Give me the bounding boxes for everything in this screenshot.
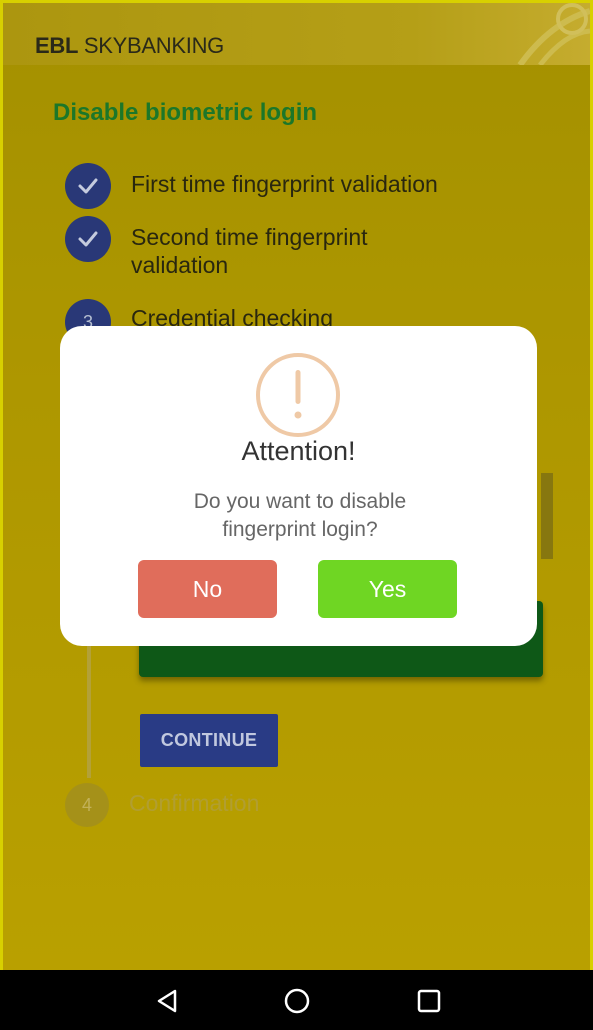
yes-button[interactable]: Yes	[318, 560, 457, 618]
android-nav-bar	[0, 970, 593, 1030]
exclamation-circle-icon	[256, 353, 340, 437]
recents-square-icon[interactable]	[414, 986, 444, 1016]
dialog-title: Attention!	[241, 436, 356, 466]
attention-dialog: Attention! Do you want to disable finger…	[60, 326, 537, 646]
no-button[interactable]: No	[138, 560, 277, 618]
back-triangle-icon[interactable]	[152, 986, 182, 1016]
dialog-message: Do you want to disable fingerprint login…	[193, 490, 407, 541]
home-circle-icon[interactable]	[282, 986, 312, 1016]
